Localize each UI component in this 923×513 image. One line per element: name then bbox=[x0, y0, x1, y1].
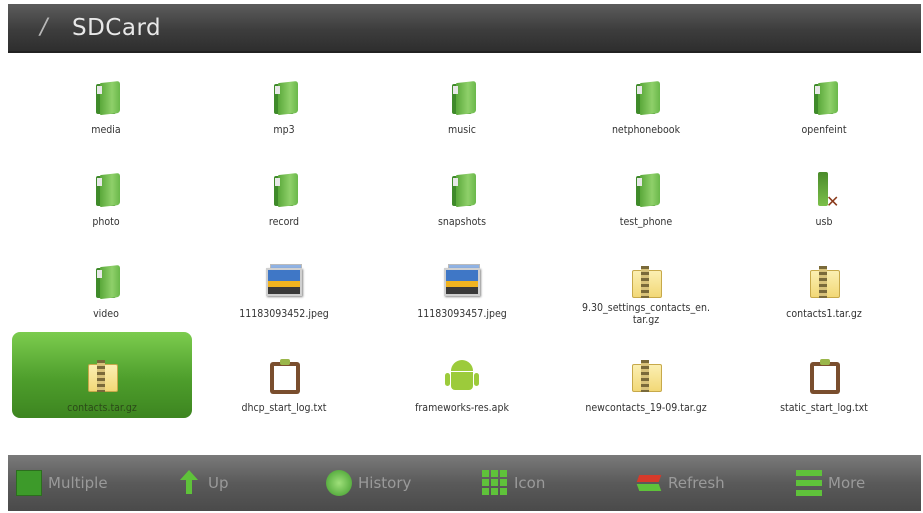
file-name: contacts1.tar.gz bbox=[786, 308, 862, 320]
file-item-static-log[interactable]: static_start_log.txt bbox=[734, 332, 914, 420]
file-name: video bbox=[93, 308, 119, 320]
usb-drive-icon: ✕ bbox=[804, 170, 844, 211]
file-name: contacts.tar.gz bbox=[67, 402, 137, 414]
file-name: snapshots bbox=[437, 216, 486, 228]
multiple-label: Multiple bbox=[48, 474, 108, 492]
up-button[interactable]: Up bbox=[176, 455, 229, 511]
folder-icon bbox=[264, 170, 304, 210]
icon-label: Icon bbox=[514, 474, 546, 492]
up-label: Up bbox=[208, 474, 229, 492]
file-item-contacts1-archive[interactable]: contacts1.tar.gz bbox=[734, 238, 914, 326]
file-item-mp3[interactable]: mp3 bbox=[194, 54, 374, 142]
path-separator: / bbox=[40, 15, 48, 40]
file-name: openfeint bbox=[801, 124, 847, 136]
file-item-usb[interactable]: ✕ usb bbox=[734, 146, 914, 234]
file-name: 11183093457.jpeg bbox=[417, 308, 507, 320]
file-item-test-phone[interactable]: test_phone bbox=[556, 146, 736, 234]
text-file-icon bbox=[264, 356, 304, 396]
file-name: music bbox=[448, 124, 476, 136]
file-name: usb bbox=[815, 216, 833, 228]
archive-file-icon bbox=[82, 356, 122, 396]
image-file-icon bbox=[442, 262, 482, 302]
more-button[interactable]: More bbox=[796, 455, 865, 511]
history-label: History bbox=[358, 474, 412, 492]
archive-file-icon bbox=[804, 262, 844, 302]
file-name: media bbox=[91, 124, 121, 136]
file-item-openfeint[interactable]: openfeint bbox=[734, 54, 914, 142]
bottom-toolbar: Multiple Up History Icon Refresh More bbox=[8, 455, 921, 511]
folder-icon bbox=[86, 170, 126, 210]
file-name: static_start_log.txt bbox=[780, 402, 868, 414]
image-file-icon bbox=[264, 262, 304, 302]
folder-icon bbox=[626, 78, 666, 118]
file-name: 11183093452.jpeg bbox=[239, 308, 329, 320]
history-button[interactable]: History bbox=[326, 455, 411, 511]
file-name: test_phone bbox=[619, 216, 673, 228]
multiple-button[interactable]: Multiple bbox=[16, 455, 108, 511]
folder-icon bbox=[626, 170, 666, 210]
file-name: mp3 bbox=[273, 124, 295, 136]
file-item-jpeg-1[interactable]: 11183093452.jpeg bbox=[194, 238, 374, 326]
grid-view-icon bbox=[482, 470, 508, 496]
menu-list-icon bbox=[796, 470, 822, 496]
file-item-photo[interactable]: photo bbox=[16, 146, 196, 234]
file-grid: media mp3 music netphonebook openfeint p… bbox=[8, 54, 921, 454]
refresh-icon bbox=[636, 470, 662, 496]
folder-icon bbox=[804, 78, 844, 118]
file-name: dhcp_start_log.txt bbox=[241, 402, 327, 414]
file-item-media[interactable]: media bbox=[16, 54, 196, 142]
file-name: 9.30_settings_contacts_en.tar.gz bbox=[582, 302, 710, 326]
multiple-select-icon bbox=[16, 470, 42, 496]
icon-view-button[interactable]: Icon bbox=[482, 455, 545, 511]
file-item-record[interactable]: record bbox=[194, 146, 374, 234]
android-apk-icon bbox=[442, 356, 482, 396]
file-item-music[interactable]: music bbox=[372, 54, 552, 142]
file-name: newcontacts_19-09.tar.gz bbox=[585, 402, 707, 414]
file-item-video[interactable]: video bbox=[16, 238, 196, 326]
file-name: record bbox=[268, 216, 300, 228]
file-item-snapshots[interactable]: snapshots bbox=[372, 146, 552, 234]
title-bar: / SDCard bbox=[8, 4, 921, 53]
folder-icon bbox=[264, 78, 304, 118]
file-item-newcontacts-archive[interactable]: newcontacts_19-09.tar.gz bbox=[556, 332, 736, 420]
file-item-dhcp-log[interactable]: dhcp_start_log.txt bbox=[194, 332, 374, 420]
file-item-netphonebook[interactable]: netphonebook bbox=[556, 54, 736, 142]
file-item-jpeg-2[interactable]: 11183093457.jpeg bbox=[372, 238, 552, 326]
refresh-button[interactable]: Refresh bbox=[636, 455, 725, 511]
page-title: SDCard bbox=[72, 14, 162, 41]
file-name: frameworks-res.apk bbox=[415, 402, 509, 414]
file-item-settings-archive[interactable]: 9.30_settings_contacts_en.tar.gz bbox=[556, 238, 736, 326]
file-name: photo bbox=[92, 216, 120, 228]
file-item-apk[interactable]: frameworks-res.apk bbox=[372, 332, 552, 420]
more-label: More bbox=[828, 474, 866, 492]
refresh-label: Refresh bbox=[668, 474, 725, 492]
folder-icon bbox=[86, 78, 126, 118]
text-file-icon bbox=[804, 356, 844, 396]
archive-file-icon bbox=[626, 356, 666, 396]
folder-icon bbox=[442, 170, 482, 210]
folder-icon bbox=[442, 78, 482, 118]
up-arrow-icon bbox=[176, 470, 202, 496]
file-name: netphonebook bbox=[611, 124, 681, 136]
archive-file-icon bbox=[626, 262, 666, 298]
folder-icon bbox=[86, 262, 126, 302]
file-item-contacts-archive-selected[interactable]: contacts.tar.gz bbox=[12, 332, 192, 418]
clock-icon bbox=[326, 470, 352, 496]
